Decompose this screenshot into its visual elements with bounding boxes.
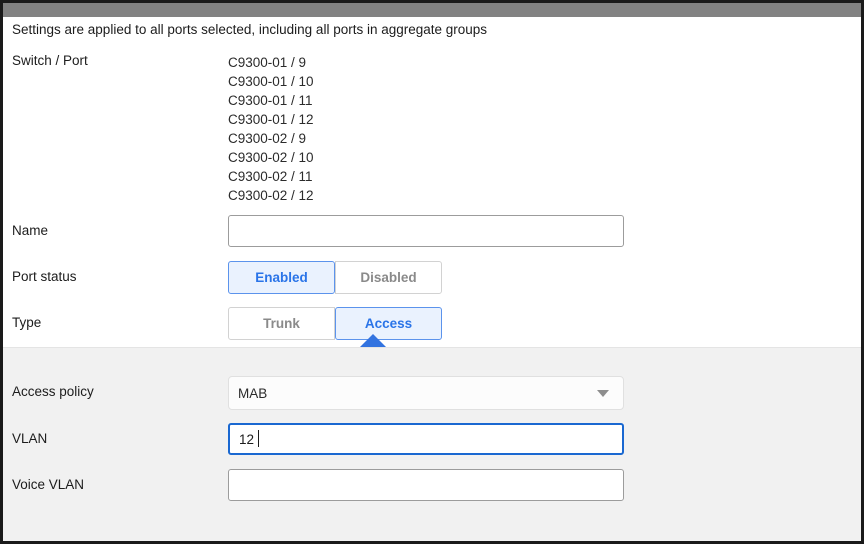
port-status-enabled-button[interactable]: Enabled: [228, 261, 335, 294]
voice-vlan-label: Voice VLAN: [12, 477, 85, 492]
access-policy-row: Access policy MAB: [3, 376, 861, 410]
list-item: C9300-02 / 10: [228, 150, 314, 165]
type-segmented-control: Trunk Access: [228, 307, 442, 340]
selected-tab-pointer-icon: [360, 334, 386, 347]
voice-vlan-input[interactable]: [228, 469, 624, 501]
switch-port-list: C9300-01 / 9 C9300-01 / 10 C9300-01 / 11…: [228, 53, 314, 205]
port-status-disabled-button[interactable]: Disabled: [335, 261, 442, 294]
list-item: C9300-01 / 12: [228, 112, 314, 127]
switch-port-label: Switch / Port: [12, 53, 88, 68]
access-policy-label: Access policy: [12, 384, 94, 399]
list-item: C9300-02 / 12: [228, 188, 314, 203]
list-item: C9300-02 / 11: [228, 169, 313, 184]
port-status-row: Port status Enabled Disabled: [3, 261, 861, 294]
list-item: C9300-01 / 9: [228, 55, 307, 70]
settings-notice-text: Settings are applied to all ports select…: [12, 22, 488, 37]
port-status-segmented-control: Enabled Disabled: [228, 261, 442, 294]
vlan-input-wrapper: [228, 423, 624, 455]
switch-port-row: Switch / Port C9300-01 / 9 C9300-01 / 10…: [3, 53, 861, 205]
name-label: Name: [12, 223, 49, 238]
type-trunk-button[interactable]: Trunk: [228, 307, 335, 340]
voice-vlan-row: Voice VLAN: [3, 469, 861, 501]
name-row: Name: [3, 215, 861, 247]
type-access-button[interactable]: Access: [335, 307, 442, 340]
vlan-input[interactable]: [228, 423, 624, 455]
access-policy-select[interactable]: MAB: [228, 376, 624, 410]
type-label: Type: [12, 315, 42, 330]
vlan-row: VLAN: [3, 423, 861, 455]
port-settings-dialog: Settings are applied to all ports select…: [0, 0, 864, 544]
vlan-label: VLAN: [12, 431, 48, 446]
window-header-bar: [3, 3, 861, 17]
port-status-label: Port status: [12, 269, 77, 284]
access-policy-selected-value: MAB: [238, 385, 268, 401]
chevron-down-icon: [597, 390, 609, 397]
list-item: C9300-01 / 10: [228, 74, 314, 89]
list-item: C9300-02 / 9: [228, 131, 307, 146]
list-item: C9300-01 / 11: [228, 93, 313, 108]
name-input[interactable]: [228, 215, 624, 247]
text-cursor-icon: [258, 430, 259, 447]
type-row: Type Trunk Access: [3, 307, 861, 340]
